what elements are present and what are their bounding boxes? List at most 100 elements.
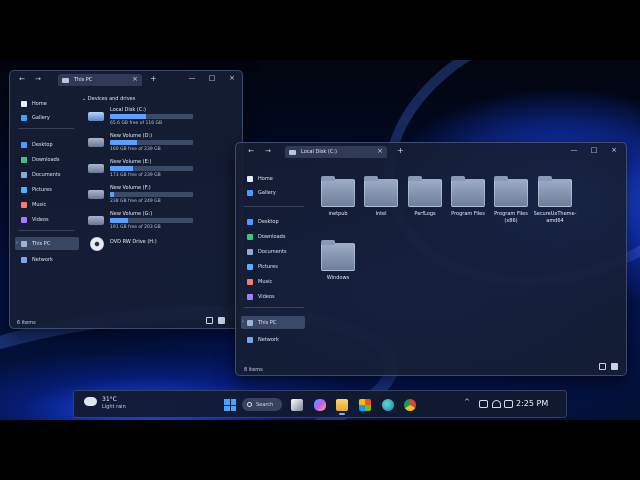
drive-e[interactable]: New Volume (E:) 173 GB free of 239 GB	[88, 159, 208, 183]
sidebar-item-desktop[interactable]: Desktop	[15, 138, 79, 151]
section-heading[interactable]: ⌄ Devices and drives	[82, 96, 135, 102]
weather-description[interactable]: Light rain	[102, 404, 126, 410]
file-explorer-icon[interactable]	[336, 399, 348, 415]
taskbar-search[interactable]: Search	[242, 398, 282, 411]
folder-label: Program Files	[451, 211, 485, 217]
sidebar-item-downloads[interactable]: Downloads	[241, 230, 305, 243]
maximize-button[interactable]: □	[589, 146, 599, 154]
sidebar-item-network[interactable]: Network	[15, 253, 79, 266]
drive-g[interactable]: New Volume (G:) 191 GB free of 203 GB	[88, 211, 208, 235]
drive-usage-bar	[110, 218, 193, 223]
minimize-button[interactable]: —	[569, 146, 579, 154]
back-button[interactable]: ←	[16, 75, 28, 84]
hard-drive-icon	[88, 138, 104, 147]
sidebar-item-music[interactable]: Music	[241, 275, 305, 288]
weather-temperature[interactable]: 31°C	[102, 396, 117, 403]
sidebar-item-label: Documents	[32, 171, 61, 178]
chrome-icon[interactable]	[404, 399, 416, 411]
title-bar[interactable]: ← → This PC × + — □ ×	[10, 71, 242, 87]
folder-intel[interactable]: Intel	[361, 175, 401, 233]
sidebar-item-desktop[interactable]: Desktop	[241, 215, 305, 228]
device-icon[interactable]	[479, 400, 488, 408]
back-button[interactable]: ←	[245, 147, 257, 156]
sidebar-item-downloads[interactable]: Downloads	[15, 153, 79, 166]
search-icon	[247, 402, 252, 407]
folder-icon	[408, 176, 442, 207]
sidebar-item-home[interactable]: Home	[15, 97, 79, 110]
folder-inetpub[interactable]: inetpub	[318, 175, 358, 233]
videos-icon	[21, 216, 27, 223]
taskbar: 31°C Light rain Search ^ 2:25 PM	[73, 390, 567, 418]
sidebar-item-home[interactable]: Home	[241, 172, 305, 185]
folder-program-files-x86[interactable]: Program Files (x86)	[491, 175, 531, 233]
folder-program-files[interactable]: Program Files	[448, 175, 488, 233]
sidebar-item-pictures[interactable]: Pictures	[15, 183, 79, 196]
tab-close-button[interactable]: ×	[377, 147, 383, 155]
tab-label: This PC	[74, 77, 93, 83]
sidebar-item-documents[interactable]: Documents	[15, 168, 79, 181]
sidebar-item-gallery[interactable]: Gallery	[15, 111, 79, 124]
sidebar-item-network[interactable]: Network	[241, 333, 305, 346]
close-button[interactable]: ×	[609, 146, 619, 154]
tiles-view-button[interactable]	[218, 317, 225, 324]
sidebar-item-videos[interactable]: Videos	[15, 213, 79, 226]
chevron-right-icon[interactable]: ›	[16, 240, 18, 246]
drive-usage-bar	[110, 192, 193, 197]
minimize-button[interactable]: —	[187, 74, 197, 82]
sidebar-item-videos[interactable]: Videos	[241, 290, 305, 303]
folder-perflogs[interactable]: PerfLogs	[405, 175, 445, 233]
sidebar-item-this-pc[interactable]: › This PC	[241, 316, 305, 329]
downloads-icon	[21, 156, 27, 163]
store-icon[interactable]	[359, 399, 371, 411]
desktop-icon	[247, 218, 253, 225]
folder-icon	[321, 176, 355, 207]
tiles-view-button[interactable]	[611, 363, 618, 370]
sidebar-item-music[interactable]: Music	[15, 198, 79, 211]
folder-secureuxtheme[interactable]: SecureUxTheme- amd64	[534, 175, 576, 233]
drive-f[interactable]: New Volume (F:) 238 GB free of 249 GB	[88, 185, 208, 209]
folder-windows[interactable]: Windows	[318, 239, 358, 297]
drive-d[interactable]: New Volume (D:) 160 GB free of 239 GB	[88, 133, 208, 157]
speaker-icon[interactable]	[504, 400, 513, 408]
tab-close-button[interactable]: ×	[132, 75, 138, 83]
section-heading-label: Devices and drives	[87, 96, 136, 102]
copilot-icon[interactable]	[314, 399, 326, 411]
details-view-button[interactable]	[206, 317, 213, 324]
sidebar-item-this-pc[interactable]: › This PC	[15, 237, 79, 250]
drive-h-dvd[interactable]: DVD RW Drive (H:)	[90, 235, 210, 259]
task-view-icon[interactable]	[291, 399, 303, 411]
wifi-icon[interactable]	[492, 400, 501, 408]
cloud-rain-icon[interactable]	[84, 397, 97, 406]
drive-c[interactable]: Local Disk (C:) 65.6 GB free of 116 GB	[88, 107, 208, 131]
home-icon	[247, 175, 253, 182]
forward-button[interactable]: →	[32, 75, 44, 84]
new-tab-button[interactable]: +	[397, 146, 404, 155]
maximize-button[interactable]: □	[207, 74, 217, 82]
tab-local-disk[interactable]: Local Disk (C:) ×	[285, 146, 387, 158]
tab-this-pc[interactable]: This PC ×	[58, 74, 142, 86]
folder-icon	[494, 176, 528, 207]
title-bar[interactable]: ← → Local Disk (C:) × + — □ ×	[236, 143, 626, 159]
gallery-icon	[21, 114, 27, 121]
forward-button[interactable]: →	[262, 147, 274, 156]
drive-usage-bar	[110, 166, 193, 171]
sidebar-item-label: Desktop	[258, 218, 279, 225]
details-view-button[interactable]	[599, 363, 606, 370]
start-button[interactable]	[224, 399, 236, 411]
sidebar-item-label: Documents	[258, 248, 287, 255]
edge-icon[interactable]	[382, 399, 394, 411]
taskbar-clock[interactable]: 2:25 PM	[516, 399, 548, 408]
chevron-right-icon[interactable]: ›	[242, 319, 244, 325]
sidebar-item-label: Pictures	[258, 263, 278, 270]
sidebar-item-label: Gallery	[258, 189, 276, 196]
sidebar-item-pictures[interactable]: Pictures	[241, 260, 305, 273]
sidebar-item-gallery[interactable]: Gallery	[241, 186, 305, 199]
drive-free-space: 238 GB free of 249 GB	[110, 199, 161, 204]
new-tab-button[interactable]: +	[150, 74, 157, 83]
sidebar-item-label: Gallery	[32, 114, 50, 121]
sidebar-item-documents[interactable]: Documents	[241, 245, 305, 258]
drive-name: New Volume (D:)	[110, 133, 153, 139]
folder-label: Program Files (x86)	[494, 211, 528, 224]
chevron-up-icon[interactable]: ^	[464, 398, 470, 406]
close-button[interactable]: ×	[227, 74, 237, 82]
